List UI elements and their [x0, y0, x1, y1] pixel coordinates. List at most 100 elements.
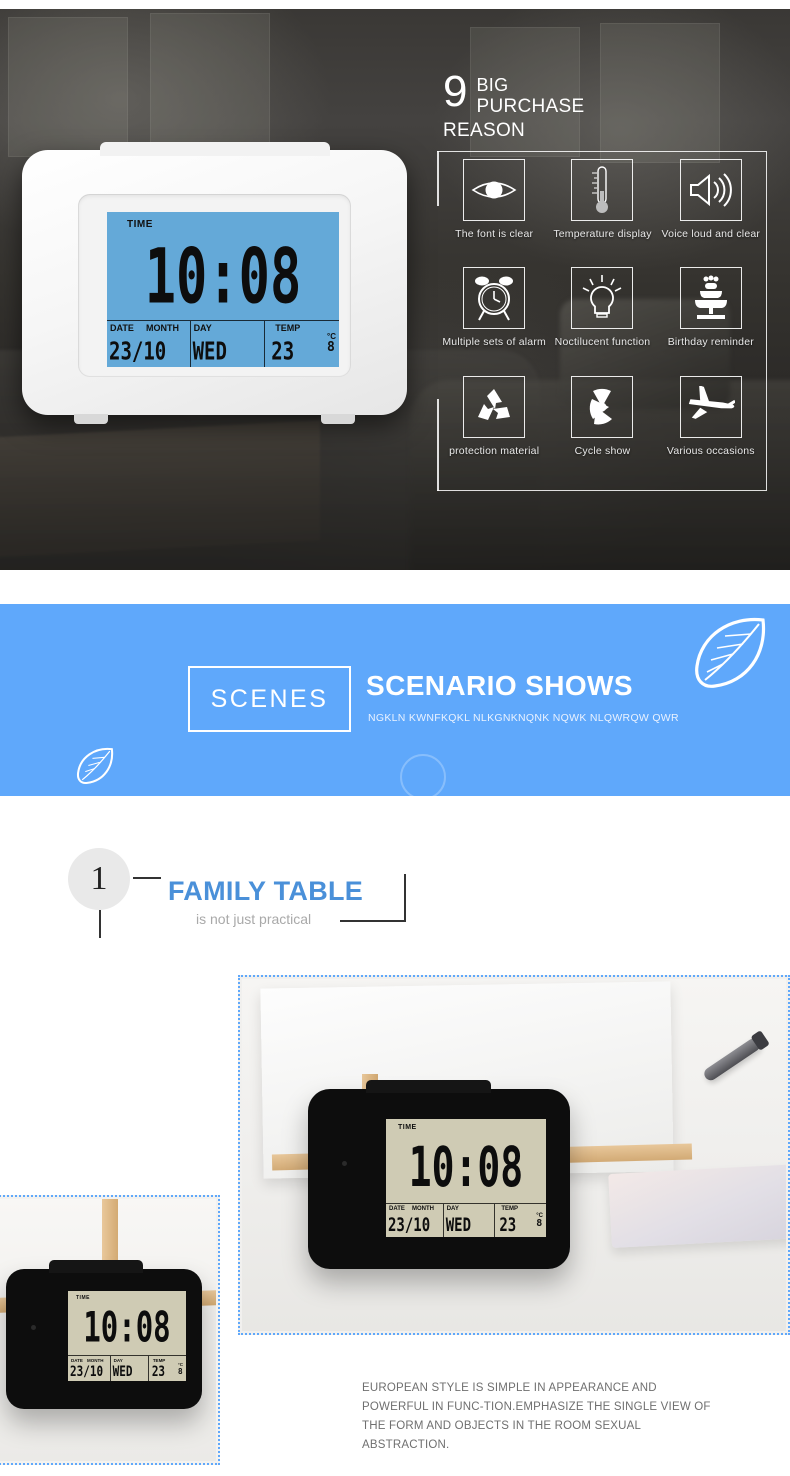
pen-prop: [701, 1036, 763, 1083]
thermometer-icon: [571, 159, 634, 221]
features-frame-edge: [437, 399, 439, 491]
top-white-strip: [0, 0, 790, 9]
hero-section: TIME 10:08 DATE MONTH 23/10 DAY WED TEMP: [0, 9, 790, 570]
lcd-time-label: TIME: [127, 219, 153, 230]
feature-label: Voice loud and clear: [661, 228, 761, 240]
photo-content: TIME 10:08 DATE MONTH 23/10 DAY WED TEMP…: [0, 1199, 216, 1461]
lcd-temp-decimal: 8: [536, 1218, 543, 1229]
lcd-temp-cell: TEMP 23 °C 8: [265, 321, 339, 367]
lcd-temp-value: 23: [151, 1363, 166, 1380]
reason-line-2: PURCHASE REASON: [443, 96, 585, 141]
lcd-date-value: 23/10: [109, 337, 167, 366]
lcd-day-value: WED: [112, 1363, 133, 1380]
feature-label: The font is clear: [455, 228, 534, 240]
scene-photo-main: TIME 10:08 DATE MONTH 23/10 DAY WED TEMP…: [238, 975, 790, 1335]
reason-line-1: BIG: [476, 75, 509, 95]
feature-label: Temperature display: [553, 228, 652, 240]
lcd-month-label: MONTH: [412, 1206, 434, 1212]
feature-item: Cycle show: [548, 375, 656, 484]
feature-grid: The font is clear Temperature display Vo…: [440, 159, 765, 484]
lcd-screen-main-clock: TIME 10:08 DATE MONTH 23/10 DAY WED TEMP…: [386, 1119, 546, 1237]
scenes-label: SCENES: [210, 684, 329, 713]
lcd-month-label: MONTH: [146, 323, 179, 333]
lcd-day-label: DAY: [193, 323, 212, 333]
lcd-date-cell: DATE MONTH 23/10: [107, 321, 191, 367]
lcd-date-value: 23/10: [70, 1363, 104, 1380]
section-subtitle: is not just practical: [196, 911, 312, 927]
lcd-day-label: DAY: [446, 1206, 459, 1212]
feature-label: Noctilucent function: [554, 336, 651, 349]
lcd-time-value: 10:08: [83, 1302, 171, 1352]
window-pane: [150, 13, 270, 163]
marble-coaster-prop: [608, 1164, 786, 1248]
feature-item: Noctilucent function: [548, 267, 656, 375]
lcd-day-cell: DAY WED: [191, 321, 266, 367]
title-corner-rule: [404, 874, 406, 922]
lcd-date-label: DATE: [110, 323, 134, 333]
lcd-date-label: DATE: [389, 1206, 405, 1212]
speaker-icon: [679, 159, 742, 221]
lcd-day-cell: DAY WED: [444, 1204, 496, 1237]
hero-headline: 9 BIG PURCHASE REASON: [443, 67, 639, 143]
product-clock-black-inset: TIME 10:08 DATE MONTH 23/10 DAY WED TEMP…: [6, 1260, 202, 1409]
lcd-time-value: 10:08: [144, 234, 302, 322]
leaf-icon: [72, 746, 118, 791]
recycle-icon: [463, 375, 526, 438]
feature-item: The font is clear: [440, 159, 548, 267]
lcd-temp-cell: TEMP 23 °C 8: [495, 1204, 546, 1237]
scenes-label-box: SCENES: [188, 666, 351, 732]
lcd-date-value: 23/10: [388, 1215, 431, 1236]
lcd-time-area: TIME 10:08: [107, 212, 339, 322]
scenario-title: SCENARIO SHOWS: [366, 670, 633, 701]
lcd-time-area: TIME 10:08: [68, 1291, 186, 1355]
lcd-day-value: WED: [445, 1215, 472, 1236]
scenario-subtitle: NGKLN KWNFKQKL NLKGNKNQNK NQWK NLQWRQW Q…: [368, 712, 679, 724]
lcd-temp-unit: °C 8: [178, 1362, 183, 1376]
lcd-day-cell: DAY WED: [111, 1356, 149, 1381]
lcd-time-value: 10:08: [408, 1135, 524, 1199]
lcd-time-label: TIME: [398, 1124, 417, 1131]
lcd-temp-unit: °C 8: [327, 333, 336, 355]
birthday-cake-icon: [679, 267, 742, 330]
reason-count: 9: [443, 67, 468, 116]
lcd-screen-inset-clock: TIME 10:08 DATE MONTH 23/10 DAY WED TEMP…: [68, 1291, 186, 1381]
airplane-icon: [679, 375, 742, 438]
lcd-temp-cell: TEMP 23 °C 8: [149, 1356, 186, 1381]
feature-label: Various occasions: [666, 444, 755, 457]
clock-top-button: [100, 142, 330, 156]
clock-top-button: [49, 1260, 144, 1273]
step-badge: 1: [68, 848, 130, 910]
feature-item: protection material: [440, 375, 548, 484]
lcd-time-area: TIME 10:08: [386, 1119, 546, 1203]
lcd-temp-label: TEMP: [275, 323, 301, 333]
alarm-clock-icon: [463, 267, 526, 330]
clock-top-button: [365, 1080, 492, 1093]
clock-foot: [74, 414, 108, 424]
feature-item: Birthday reminder: [657, 267, 765, 375]
product-clock-white: TIME 10:08 DATE MONTH 23/10 DAY WED TEMP: [22, 142, 407, 424]
decorative-circle: [400, 754, 446, 796]
section-description: EUROPEAN STYLE IS SIMPLE IN APPEARANCE A…: [362, 1382, 711, 1451]
feature-label: Multiple sets of alarm: [442, 336, 546, 349]
lcd-temp-unit: °C 8: [536, 1213, 543, 1229]
feature-label: Cycle show: [574, 444, 631, 457]
lightbulb-icon: [571, 267, 634, 330]
product-clock-black-main: TIME 10:08 DATE MONTH 23/10 DAY WED TEMP…: [308, 1080, 570, 1269]
product-detail-page: TIME 10:08 DATE MONTH 23/10 DAY WED TEMP: [0, 0, 790, 1476]
lcd-temp-label: TEMP: [501, 1206, 519, 1212]
window-pane: [8, 17, 128, 157]
lcd-screen-white-clock: TIME 10:08 DATE MONTH 23/10 DAY WED TEMP: [107, 212, 339, 367]
features-frame-edge: [437, 151, 439, 206]
section-title: FAMILY TABLE: [168, 876, 364, 906]
lcd-date-cell: DATE MONTH 23/10: [386, 1204, 444, 1237]
lcd-temp-decimal: 8: [327, 340, 335, 355]
badge-tick-horizontal: [133, 877, 161, 879]
lcd-time-label: TIME: [76, 1295, 90, 1301]
step-number: 1: [90, 860, 108, 897]
feature-item: Multiple sets of alarm: [440, 267, 548, 375]
feature-label: Birthday reminder: [667, 336, 754, 349]
lcd-info-row: DATE MONTH 23/10 DAY WED TEMP 23 °C 8: [68, 1355, 186, 1381]
feature-item: Temperature display: [548, 159, 656, 267]
lcd-info-row: DATE MONTH 23/10 DAY WED TEMP 23 °C 8: [107, 320, 339, 367]
title-corner-rule: [340, 920, 406, 922]
